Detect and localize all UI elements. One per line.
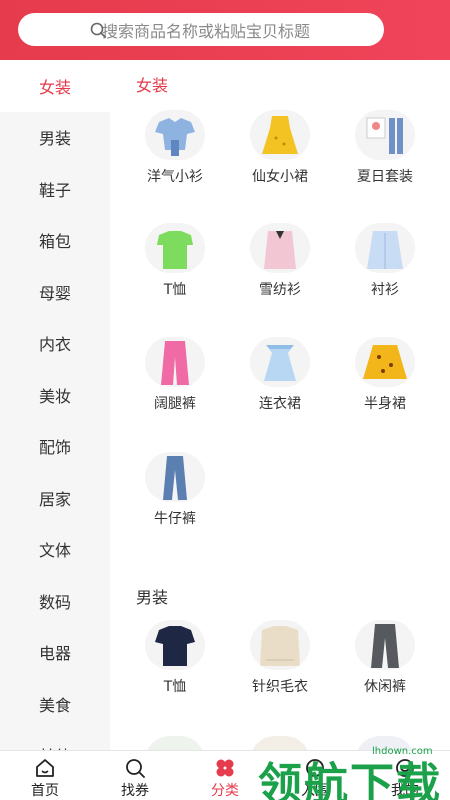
category-item-chiffon[interactable]: 雪纺衫: [230, 223, 330, 299]
category-label: 雪纺衫: [259, 282, 301, 298]
summer-set-thumbnail: [355, 110, 415, 160]
blouse-thumbnail: [145, 110, 205, 160]
tab-category[interactable]: 分类: [180, 751, 270, 800]
category-item-partial[interactable]: [125, 736, 225, 750]
category-item-fairy-dress[interactable]: 仙女小裙: [230, 110, 330, 186]
casual-pants-thumbnail: [355, 620, 415, 670]
wide-leg-pants-thumbnail: [145, 337, 205, 387]
category-content: 女装 洋气小衫 仙女小裙 夏日套装 T恤 雪纺衫 衬衫 阔腿裤 连衣裙 半身裙 …: [110, 60, 450, 750]
section-title-men: 男装: [136, 588, 169, 607]
tab-label: 找券: [121, 783, 149, 799]
tab-coupon[interactable]: 找券: [90, 751, 180, 800]
tab-home[interactable]: 首页: [0, 751, 90, 800]
sidebar-item-beauty[interactable]: 美妆: [0, 369, 110, 421]
category-label: 洋气小衫: [147, 169, 203, 185]
shirt-thumbnail: [355, 223, 415, 273]
sidebar-item-underwear[interactable]: 内衣: [0, 318, 110, 370]
category-label: 夏日套装: [357, 169, 413, 185]
men-tshirt-thumbnail: [145, 620, 205, 670]
sidebar-item-food[interactable]: 美食: [0, 678, 110, 730]
sidebar-item-appliances[interactable]: 电器: [0, 627, 110, 679]
category-item-shirt[interactable]: 衬衫: [335, 223, 435, 299]
sidebar-item-shoes[interactable]: 鞋子: [0, 163, 110, 215]
tshirt-thumbnail: [145, 223, 205, 273]
category-item-summer-set[interactable]: 夏日套装: [335, 110, 435, 186]
top-header: 搜索商品名称或粘贴宝贝标题: [0, 0, 450, 60]
category-label: 半身裙: [364, 396, 406, 412]
category-label: 衬衫: [371, 282, 399, 298]
section-title-women: 女装: [136, 76, 169, 95]
category-item-blouse[interactable]: 洋气小衫: [125, 110, 225, 186]
coupon-search-icon: [126, 759, 145, 778]
category-icon: [216, 759, 234, 777]
category-label: 牛仔裤: [154, 511, 196, 527]
category-item-tshirt[interactable]: T恤: [125, 223, 225, 299]
search-placeholder: 搜索商品名称或粘贴宝贝标题: [102, 21, 311, 41]
search-icon: [90, 22, 106, 38]
sidebar-item-stationery[interactable]: 文体: [0, 524, 110, 576]
dress-thumbnail: [250, 337, 310, 387]
category-label: T恤: [163, 282, 187, 298]
category-item-skirt[interactable]: 半身裙: [335, 337, 435, 413]
category-item-casual-pants[interactable]: 休闲裤: [335, 620, 435, 696]
tab-label: 分类: [211, 783, 239, 799]
category-item-dress[interactable]: 连衣裙: [230, 337, 330, 413]
category-item-knit-sweater[interactable]: 针织毛衣: [230, 620, 330, 696]
search-bar[interactable]: 搜索商品名称或粘贴宝贝标题: [18, 13, 384, 46]
category-label: 仙女小裙: [252, 169, 308, 185]
category-label: 阔腿裤: [154, 396, 196, 412]
watermark-text: 领航下载: [258, 759, 442, 800]
sidebar-item-accessories[interactable]: 配饰: [0, 421, 110, 473]
category-item-men-tshirt[interactable]: T恤: [125, 620, 225, 696]
sidebar-item-bags[interactable]: 箱包: [0, 215, 110, 267]
category-label: 针织毛衣: [252, 679, 308, 695]
sidebar-item-baby[interactable]: 母婴: [0, 266, 110, 318]
sidebar-item-women[interactable]: 女装: [0, 60, 110, 112]
category-label: T恤: [163, 679, 187, 695]
sidebar-item-other[interactable]: 其他: [0, 730, 110, 750]
jeans-thumbnail: [145, 452, 205, 502]
skirt-thumbnail: [355, 337, 415, 387]
home-icon: [36, 759, 54, 777]
chiffon-thumbnail: [250, 223, 310, 273]
sidebar-item-home[interactable]: 居家: [0, 472, 110, 524]
category-label: 连衣裙: [259, 396, 301, 412]
category-item-jeans[interactable]: 牛仔裤: [125, 452, 225, 528]
category-label: 休闲裤: [364, 679, 406, 695]
tab-label: 首页: [31, 783, 59, 799]
category-sidebar: 女装 男装 鞋子 箱包 母婴 内衣 美妆 配饰 居家 文体 数码 电器 美食 其…: [0, 60, 110, 750]
watermark: lhdown.com 领航下载: [258, 740, 448, 800]
partial-thumbnail: [145, 736, 205, 750]
sidebar-item-digital[interactable]: 数码: [0, 575, 110, 627]
category-item-wide-leg-pants[interactable]: 阔腿裤: [125, 337, 225, 413]
knit-sweater-thumbnail: [250, 620, 310, 670]
fairy-dress-thumbnail: [250, 110, 310, 160]
sidebar-item-men[interactable]: 男装: [0, 112, 110, 164]
